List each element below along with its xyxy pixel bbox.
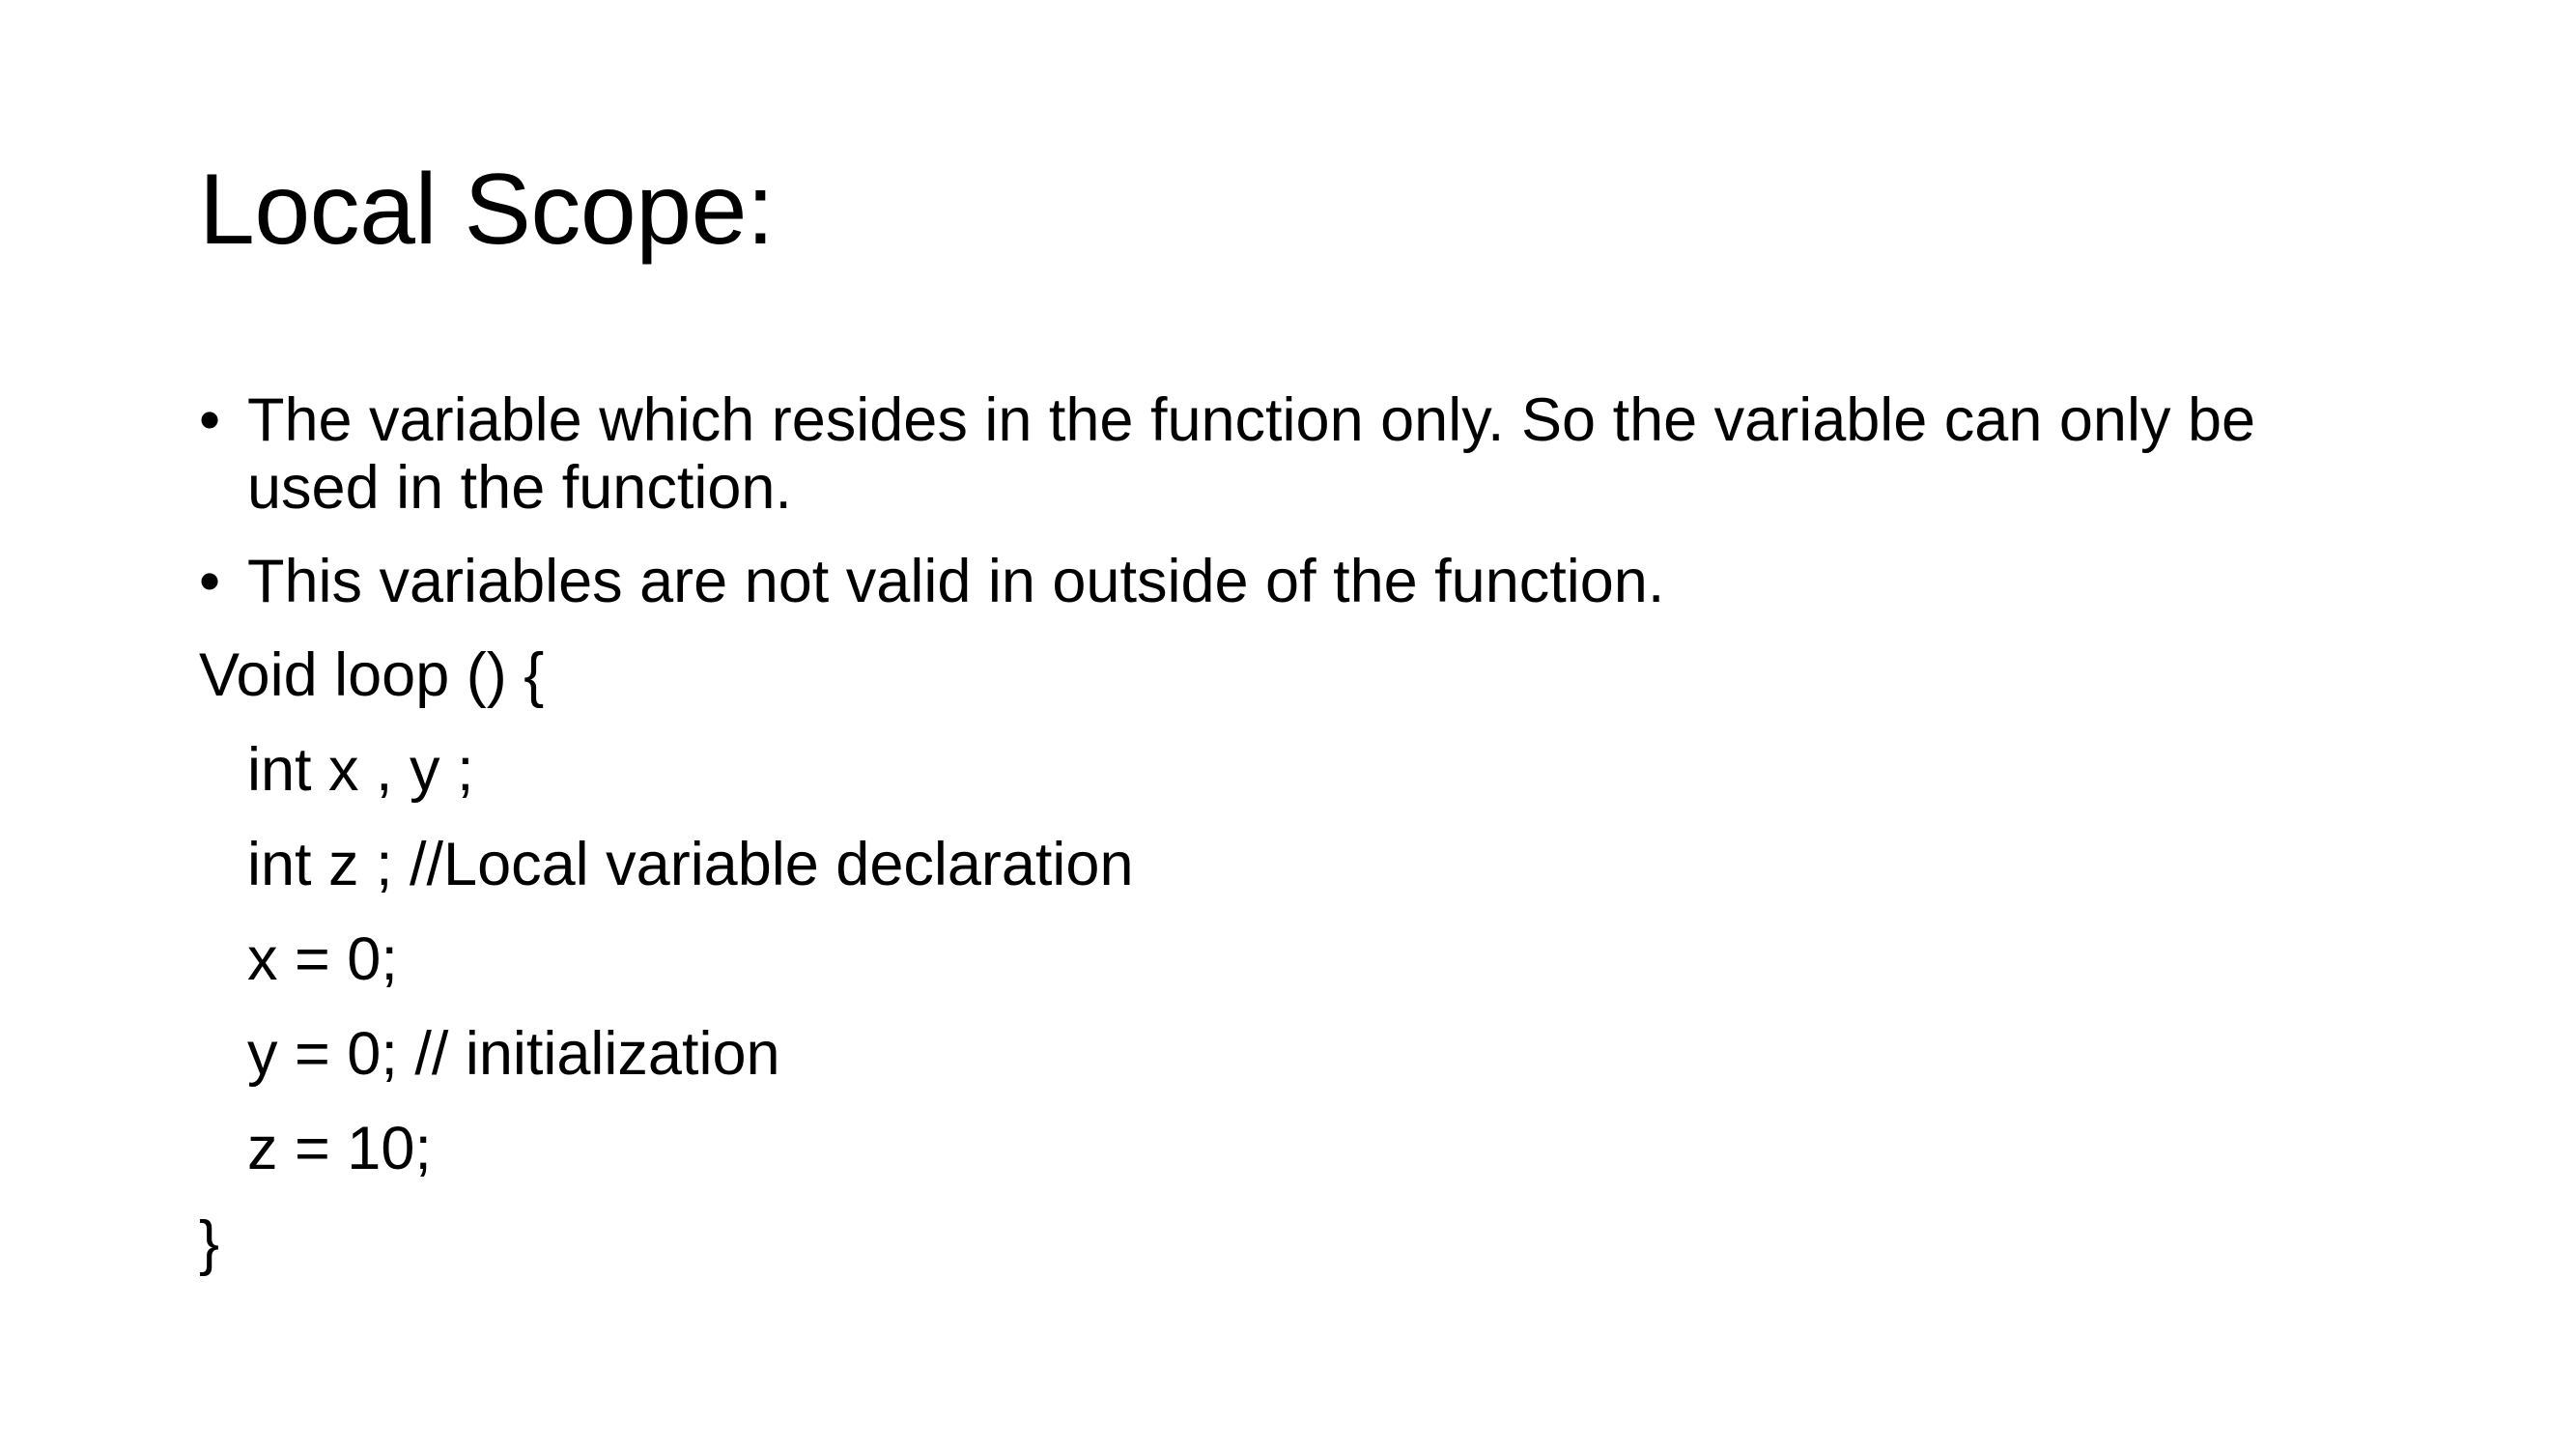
- bullet-marker: •: [199, 386, 221, 454]
- bullet-item: • The variable which resides in the func…: [199, 386, 2401, 522]
- code-line: int x , y ;: [247, 736, 474, 804]
- bullet-text: This variables are not valid in outside …: [247, 548, 1665, 615]
- slide-content: • The variable which resides in the func…: [199, 386, 2401, 1304]
- bullet-marker: •: [199, 548, 221, 615]
- code-line: int z ; //Local variable declaration: [247, 831, 1134, 898]
- code-line: x = 0;: [247, 925, 398, 993]
- bullet-item: • This variables are not valid in outsid…: [199, 548, 2401, 615]
- code-function-open: Void loop () {: [199, 641, 545, 709]
- code-line: y = 0; // initialization: [247, 1020, 780, 1088]
- code-line: z = 10;: [247, 1115, 432, 1182]
- slide-title: Local Scope:: [199, 154, 775, 266]
- bullet-text: The variable which resides in the functi…: [247, 386, 2256, 522]
- code-function-close: }: [199, 1209, 220, 1277]
- slide: Local Scope: • The variable which reside…: [0, 0, 2576, 1449]
